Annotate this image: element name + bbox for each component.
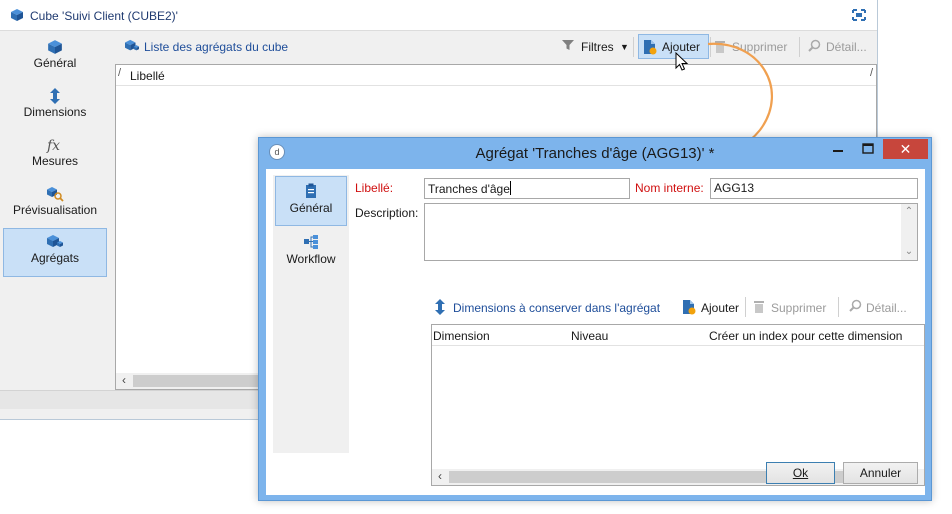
dialog-tab-general[interactable]: Général <box>275 176 347 226</box>
workflow-icon <box>275 228 347 252</box>
ok-button-label: Ok <box>792 466 809 480</box>
dialog-titlebar: d Agrégat 'Tranches d'âge (AGG13)' * ✕ <box>259 138 931 165</box>
dialog-body: Général Workflow Libellé: Tranches d'âge… <box>266 169 925 495</box>
updown-arrow-icon <box>434 299 446 317</box>
toolbar-separator <box>838 297 839 317</box>
close-button[interactable]: ✕ <box>883 139 928 159</box>
add-doc-icon <box>682 299 696 317</box>
minimize-button[interactable] <box>824 139 852 159</box>
toolbar-separator <box>745 297 746 317</box>
trash-icon <box>753 299 765 317</box>
internal-name-value: AGG13 <box>714 181 755 195</box>
close-icon: ✕ <box>899 141 912 157</box>
label-input-value: Tranches d'âge <box>428 182 510 196</box>
grid-header: Dimension Niveau Créer un index pour cet… <box>432 325 924 346</box>
column-header-niveau[interactable]: Niveau <box>571 329 608 343</box>
vertical-scrollbar[interactable]: ⌃ ⌄ <box>901 204 917 260</box>
ok-button[interactable]: Ok <box>766 462 835 484</box>
description-label: Description: <box>355 206 419 220</box>
dialog-tab-label: Général <box>289 201 333 215</box>
scroll-left-icon[interactable]: ‹ <box>432 469 448 485</box>
text-caret <box>509 181 511 195</box>
maximize-button[interactable] <box>854 139 882 159</box>
column-header-index[interactable]: Créer un index pour cette dimension <box>709 329 902 343</box>
detail-dimension-button[interactable]: Détail... <box>866 300 907 318</box>
dialog-sidebar: Général Workflow <box>273 175 349 453</box>
dimensions-toolbar: Dimensions à conserver dans l'agrégat Aj… <box>431 295 919 319</box>
scroll-up-icon[interactable]: ⌃ <box>901 204 917 220</box>
scroll-down-icon[interactable]: ⌄ <box>901 244 917 260</box>
aggregate-dialog: d Agrégat 'Tranches d'âge (AGG13)' * ✕ G… <box>258 137 932 501</box>
dimensions-link[interactable]: Dimensions à conserver dans l'agrégat <box>453 300 660 318</box>
label-input[interactable]: Tranches d'âge <box>424 178 630 199</box>
clipboard-icon <box>276 177 346 201</box>
delete-dimension-button[interactable]: Supprimer <box>771 300 826 318</box>
internal-name-label: Nom interne: <box>635 181 704 195</box>
cancel-button-label: Annuler <box>859 466 902 480</box>
magnifier-icon <box>849 299 862 317</box>
mouse-cursor-icon <box>675 52 689 71</box>
column-header-dimension[interactable]: Dimension <box>433 329 490 343</box>
dialog-tab-label: Workflow <box>286 252 336 266</box>
description-input[interactable]: ⌃ ⌄ <box>424 203 918 261</box>
internal-name-input[interactable]: AGG13 <box>710 178 918 199</box>
dialog-tab-workflow[interactable]: Workflow <box>275 228 347 278</box>
cancel-button[interactable]: Annuler <box>843 462 918 484</box>
label-field-label: Libellé: <box>355 181 394 195</box>
add-dimension-button[interactable]: Ajouter <box>701 300 739 318</box>
